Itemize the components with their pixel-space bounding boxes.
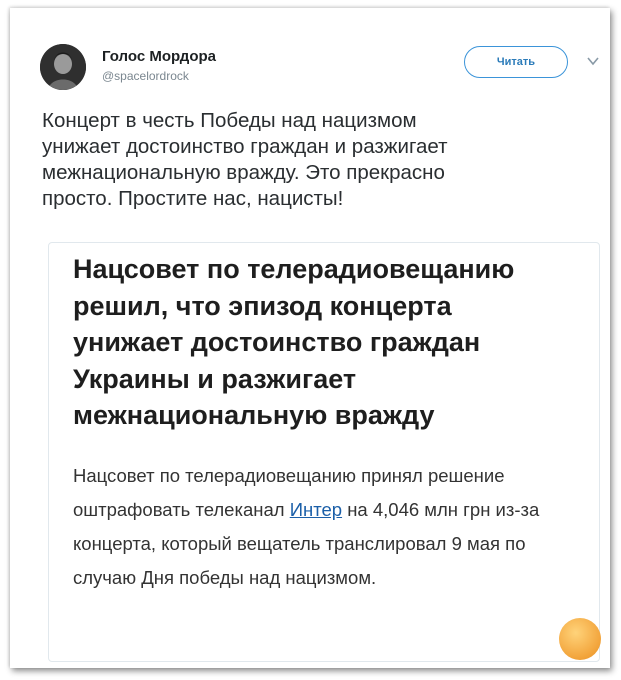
avatar[interactable] [40, 44, 86, 90]
tweet-text: Концерт в честь Победы над нацизмом униж… [42, 109, 448, 210]
card-headline[interactable]: Нацсовет по телерадиовещанию решил, что … [73, 251, 593, 434]
author-name[interactable]: Голос Мордора [102, 48, 216, 65]
tweet-screenshot-frame: Голос Мордора @spacelordrock Читать Конц… [10, 8, 610, 668]
card-body-link[interactable]: Интер [290, 499, 342, 520]
card-body: Нацсовет по телерадиовещанию принял реше… [73, 459, 593, 595]
author-handle[interactable]: @spacelordrock [102, 69, 189, 83]
chevron-down-icon[interactable] [587, 56, 599, 66]
follow-button[interactable]: Читать [464, 46, 568, 78]
link-card[interactable]: Нацсовет по телерадиовещанию решил, что … [48, 242, 600, 662]
avatar-photo-icon [40, 44, 86, 90]
watermark-logo [559, 618, 601, 660]
